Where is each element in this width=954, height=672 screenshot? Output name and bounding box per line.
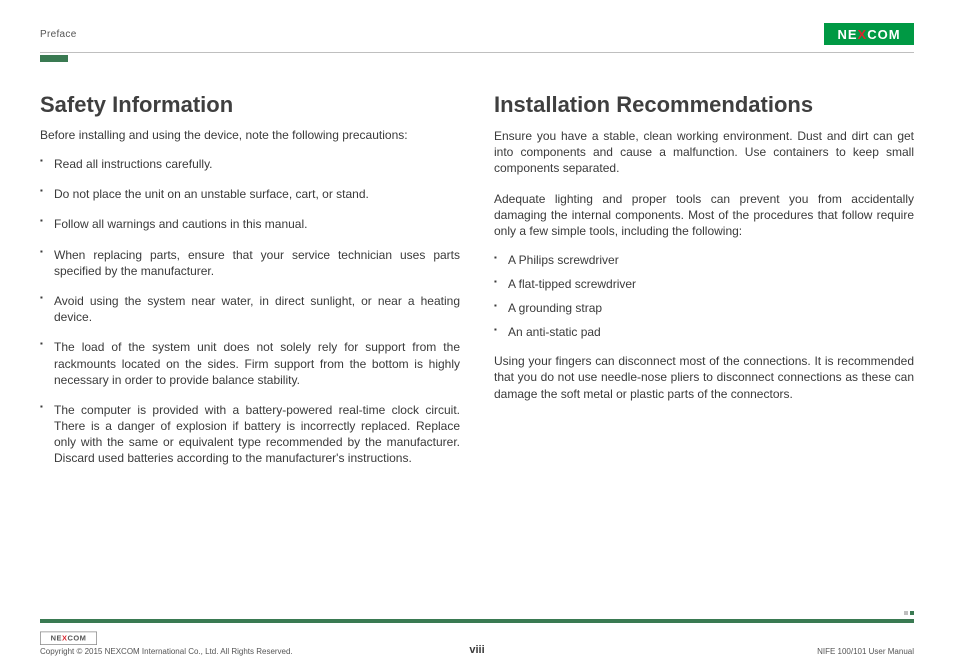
- tools-list: A Philips screwdriver A flat-tipped scre…: [494, 253, 914, 339]
- list-item: The load of the system unit does not sol…: [54, 339, 460, 388]
- footer-row: NEXCOM Copyright © 2015 NEXCOM Internati…: [40, 627, 914, 656]
- list-item: Avoid using the system near water, in di…: [54, 293, 460, 325]
- header-rule: [40, 52, 914, 62]
- left-column: Safety Information Before installing and…: [40, 92, 460, 481]
- list-item: Read all instructions carefully.: [54, 156, 460, 172]
- list-item: An anti-static pad: [508, 325, 914, 339]
- list-item: Follow all warnings and cautions in this…: [54, 216, 460, 232]
- list-item: When replacing parts, ensure that your s…: [54, 247, 460, 279]
- content-columns: Safety Information Before installing and…: [40, 92, 914, 481]
- header-section-label: Preface: [40, 29, 77, 40]
- footer-left-block: NEXCOM Copyright © 2015 NEXCOM Internati…: [40, 627, 293, 656]
- brand-logo: NEXCOM: [824, 23, 914, 45]
- install-heading: Installation Recommendations: [494, 92, 914, 118]
- header-rule-line: [40, 52, 914, 53]
- safety-intro: Before installing and using the device, …: [40, 128, 460, 142]
- list-item: Do not place the unit on an unstable sur…: [54, 186, 460, 202]
- footer-accent-bar: [40, 619, 914, 623]
- footer-corner-mark-icon: [902, 611, 914, 623]
- list-item: The computer is provided with a battery-…: [54, 402, 460, 467]
- list-item: A grounding strap: [508, 301, 914, 315]
- footer-copyright: Copyright © 2015 NEXCOM International Co…: [40, 647, 293, 656]
- safety-bullet-list: Read all instructions carefully. Do not …: [40, 156, 460, 467]
- install-para-3: Using your fingers can disconnect most o…: [494, 353, 914, 402]
- page-footer: NEXCOM Copyright © 2015 NEXCOM Internati…: [40, 619, 914, 656]
- install-para-1: Ensure you have a stable, clean working …: [494, 128, 914, 177]
- brand-logo-text: NEXCOM: [837, 27, 900, 42]
- footer-brand-logo-text: NEXCOM: [51, 634, 87, 642]
- document-page: Preface NEXCOM Safety Information Before…: [0, 0, 954, 672]
- right-column: Installation Recommendations Ensure you …: [494, 92, 914, 481]
- footer-manual-name: NIFE 100/101 User Manual: [817, 647, 914, 656]
- footer-brand-logo: NEXCOM: [40, 632, 97, 646]
- safety-heading: Safety Information: [40, 92, 460, 118]
- list-item: A flat-tipped screwdriver: [508, 277, 914, 291]
- page-header: Preface NEXCOM: [40, 20, 914, 48]
- list-item: A Philips screwdriver: [508, 253, 914, 267]
- install-para-2: Adequate lighting and proper tools can p…: [494, 191, 914, 240]
- header-rule-accent: [40, 55, 68, 62]
